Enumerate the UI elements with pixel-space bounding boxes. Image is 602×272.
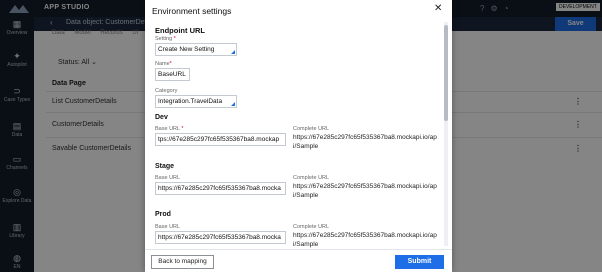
prod-complete-url: https://67e285c297fc65f535367ba8.mockapi… [293,232,437,248]
submit-button[interactable]: Submit [395,255,444,269]
setting-select[interactable]: Create New Setting [155,43,237,56]
name-field[interactable]: BaseURL [155,68,190,81]
dialog-scrollbar[interactable] [444,22,448,246]
name-label: Name* [155,61,172,67]
env-heading-stage: Stage [155,163,175,170]
stage-base-url-field[interactable]: https://67e285c297fc65f535367ba8.mocka [155,182,286,195]
base-url-label: Base URL * [155,126,184,132]
environment-settings-dialog: Environment settings ✕ Endpoint URL Sett… [145,0,452,272]
dev-complete-url: https://67e285c297fc65f535367ba8.mockapi… [293,134,437,150]
dialog-title: Environment settings [152,6,232,16]
scrollbar-thumb[interactable] [444,25,448,121]
complete-url-label: Complete URL [293,126,330,132]
stage-complete-url: https://67e285c297fc65f535367ba8.mockapi… [293,183,437,199]
base-url-label: Base URL [155,224,181,230]
env-heading-prod: Prod [155,211,171,218]
env-heading-dev: Dev [155,114,168,121]
category-label: Category [155,88,178,94]
complete-url-label: Complete URL [293,175,330,181]
close-icon[interactable]: ✕ [434,4,442,14]
base-url-label: Base URL [155,175,181,181]
endpoint-heading: Endpoint URL [155,26,205,35]
prod-base-url-field[interactable]: https://67e285c297fc65f535367ba8.mocka [155,231,286,244]
complete-url-label: Complete URL [293,224,330,230]
dev-base-url-field[interactable]: tps://67e285c297fc65f535367ba8.mockap [155,133,286,146]
back-to-mapping-button[interactable]: Back to mapping [151,255,214,269]
setting-label: Setting * [155,36,176,42]
category-select[interactable]: Integration.TravelData [155,95,237,108]
dialog-footer: Back to mapping Submit [145,249,452,272]
